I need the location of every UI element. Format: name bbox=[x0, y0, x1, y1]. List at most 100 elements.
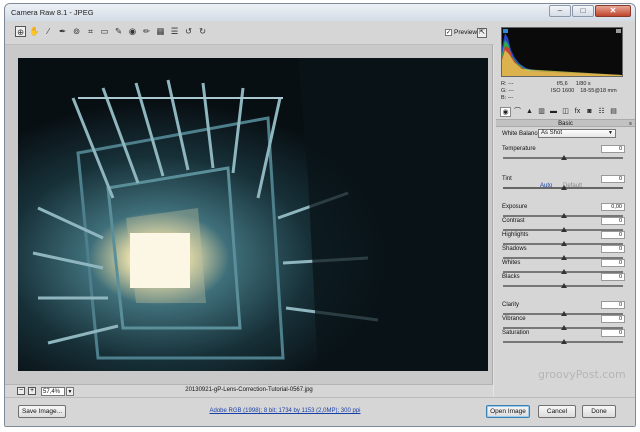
done-button[interactable]: Done bbox=[582, 405, 616, 418]
highlights-label: Highlights bbox=[502, 232, 529, 238]
vibrance-value-field[interactable]: 0 bbox=[601, 315, 625, 323]
window-title: Camera Raw 8.1 - JPEG bbox=[11, 8, 94, 17]
camera-calibration-tab-icon[interactable]: ◙ bbox=[584, 107, 595, 117]
shadow-clipping-icon[interactable] bbox=[503, 29, 508, 33]
shutter-value: 1/80 s bbox=[575, 81, 591, 87]
aperture-value: f/5,6 bbox=[557, 81, 568, 87]
saturation-label: Saturation bbox=[502, 330, 530, 336]
rgb-readout: R: --- G: --- B: --- bbox=[501, 81, 514, 102]
blacks-slider-thumb[interactable] bbox=[561, 283, 567, 288]
window-controls: – □ ✕ bbox=[549, 5, 631, 17]
photo-preview[interactable] bbox=[18, 58, 488, 371]
straighten-tool-icon[interactable]: ▭ bbox=[99, 26, 110, 37]
tint-label: Tint bbox=[502, 176, 512, 182]
effects-tab-icon[interactable]: fx bbox=[572, 107, 583, 117]
panel-menu-icon[interactable]: ≡ bbox=[629, 120, 632, 128]
chevron-down-icon: ▼ bbox=[608, 130, 613, 136]
temperature-slider-row: Temperature 0 bbox=[501, 145, 625, 162]
file-name: 20130921-gP-Lens-Correction-Tutorial-056… bbox=[185, 387, 313, 393]
presets-tab-icon[interactable]: ☷ bbox=[596, 107, 607, 117]
white-balance-label: White Balance: bbox=[502, 131, 543, 137]
shadows-label: Shadows bbox=[502, 246, 527, 252]
white-balance-tool-icon[interactable]: ⁄ bbox=[43, 26, 54, 37]
clarity-value-field[interactable]: 0 bbox=[601, 301, 625, 309]
lens-corrections-tab-icon[interactable]: ◫ bbox=[560, 107, 571, 117]
saturation-slider-thumb[interactable] bbox=[561, 339, 567, 344]
preview-canvas bbox=[5, 45, 493, 384]
staircase-photo-image bbox=[18, 58, 488, 371]
red-eye-tool-icon[interactable]: ◉ bbox=[127, 26, 138, 37]
green-readout: G: --- bbox=[501, 88, 514, 94]
white-balance-select[interactable]: As Shot ▼ bbox=[538, 129, 616, 138]
minimize-button[interactable]: – bbox=[549, 5, 571, 17]
temperature-slider-thumb[interactable] bbox=[561, 155, 567, 160]
rotate-left-tool-icon[interactable]: ↺ bbox=[183, 26, 194, 37]
spot-removal-tool-icon[interactable]: ✎ bbox=[113, 26, 124, 37]
watermark-text: groovyPost.com bbox=[538, 368, 626, 381]
hsl-tab-icon[interactable]: ▥ bbox=[536, 107, 547, 117]
lens-value: 18-55@18 mm bbox=[580, 88, 617, 94]
temperature-value-field[interactable]: 0 bbox=[601, 145, 625, 153]
exposure-label: Exposure bbox=[502, 204, 528, 210]
preview-label: Preview bbox=[454, 29, 478, 36]
section-title: Basic bbox=[558, 121, 573, 127]
section-header: Basic ≡ bbox=[496, 119, 635, 127]
hand-tool-icon[interactable]: ✋ bbox=[29, 26, 40, 37]
iso-value: ISO 1600 bbox=[551, 88, 575, 94]
fullscreen-icon[interactable]: ⇱ bbox=[477, 28, 487, 38]
panel-tabs: ◉ ⌒ ▲ ▥ ▬ ◫ fx ◙ ☷ ▤ bbox=[500, 107, 630, 118]
tint-value-field[interactable]: 0 bbox=[601, 175, 625, 183]
histogram-graph bbox=[502, 29, 622, 76]
close-button[interactable]: ✕ bbox=[595, 5, 631, 17]
highlight-clipping-icon[interactable] bbox=[616, 29, 621, 33]
tone-curve-tab-icon[interactable]: ⌒ bbox=[512, 107, 523, 117]
workflow-options-link[interactable]: Adobe RGB (1998); 8 bit; 1734 by 1153 (2… bbox=[185, 408, 385, 414]
blacks-label: Blacks bbox=[502, 274, 520, 280]
saturation-slider-row: Saturation 0 bbox=[501, 329, 625, 346]
preview-toggle[interactable]: ✓ Preview bbox=[445, 29, 477, 36]
rotate-right-tool-icon[interactable]: ↻ bbox=[197, 26, 208, 37]
preferences-tool-icon[interactable]: ☰ bbox=[169, 26, 180, 37]
histogram bbox=[501, 27, 623, 77]
white-balance-value: As Shot bbox=[541, 130, 563, 136]
open-image-button[interactable]: Open Image bbox=[486, 405, 530, 418]
detail-tab-icon[interactable]: ▲ bbox=[524, 107, 535, 117]
red-readout: R: --- bbox=[501, 81, 514, 87]
temperature-label: Temperature bbox=[502, 146, 536, 152]
save-image-button[interactable]: Save Image... bbox=[18, 405, 66, 418]
tool-palette: ⊕ ✋ ⁄ ✒ ⊚ ⌗ ▭ ✎ ◉ ✏ ▦ ☰ ↺ ↻ bbox=[15, 26, 208, 37]
shadows-value-field[interactable]: 0 bbox=[601, 245, 625, 253]
whites-label: Whites bbox=[502, 260, 521, 266]
exposure-metadata: f/5,6 1/80 s ISO 1600 18-55@18 mm bbox=[545, 81, 617, 95]
tint-slider-row: Tint 0 bbox=[501, 175, 625, 192]
color-sampler-tool-icon[interactable]: ✒ bbox=[57, 26, 68, 37]
crop-tool-icon[interactable]: ⌗ bbox=[85, 26, 96, 37]
blacks-slider-row: Blacks 0 bbox=[501, 273, 625, 290]
camera-raw-window: Camera Raw 8.1 - JPEG – □ ✕ ⊕ ✋ ⁄ ✒ ⊚ ⌗ ▭ ✎ ◉ ✏ ▦ ☰… bbox=[4, 3, 636, 427]
cancel-button[interactable]: Cancel bbox=[538, 405, 576, 418]
title-bar: Camera Raw 8.1 - JPEG – □ ✕ bbox=[5, 4, 635, 21]
whites-value-field[interactable]: 0 bbox=[601, 259, 625, 267]
status-bar: − + 57,4% ▼ 20130921-gP-Lens-Correction-… bbox=[5, 384, 493, 397]
adjustment-brush-tool-icon[interactable]: ✏ bbox=[141, 26, 152, 37]
tint-slider-thumb[interactable] bbox=[561, 185, 567, 190]
split-toning-tab-icon[interactable]: ▬ bbox=[548, 107, 559, 117]
preview-checkbox[interactable]: ✓ bbox=[445, 29, 452, 36]
vibrance-label: Vibrance bbox=[502, 316, 526, 322]
footer-bar: Save Image... Adobe RGB (1998); 8 bit; 1… bbox=[5, 397, 635, 426]
clarity-label: Clarity bbox=[502, 302, 520, 308]
basic-tab-icon[interactable]: ◉ bbox=[500, 107, 511, 117]
contrast-value-field[interactable]: 0 bbox=[601, 217, 625, 225]
maximize-button[interactable]: □ bbox=[572, 5, 594, 17]
exposure-value-field[interactable]: 0,00 bbox=[601, 203, 625, 211]
blue-readout: B: --- bbox=[501, 95, 514, 101]
zoom-tool-icon[interactable]: ⊕ bbox=[15, 26, 26, 37]
graduated-filter-tool-icon[interactable]: ▦ bbox=[155, 26, 166, 37]
snapshots-tab-icon[interactable]: ▤ bbox=[608, 107, 619, 117]
saturation-value-field[interactable]: 0 bbox=[601, 329, 625, 337]
adjustments-panel: R: --- G: --- B: --- f/5,6 1/80 s ISO 160… bbox=[494, 21, 635, 397]
contrast-label: Contrast bbox=[502, 218, 525, 224]
highlights-value-field[interactable]: 0 bbox=[601, 231, 625, 239]
targeted-adjustment-tool-icon[interactable]: ⊚ bbox=[71, 26, 82, 37]
blacks-value-field[interactable]: 0 bbox=[601, 273, 625, 281]
